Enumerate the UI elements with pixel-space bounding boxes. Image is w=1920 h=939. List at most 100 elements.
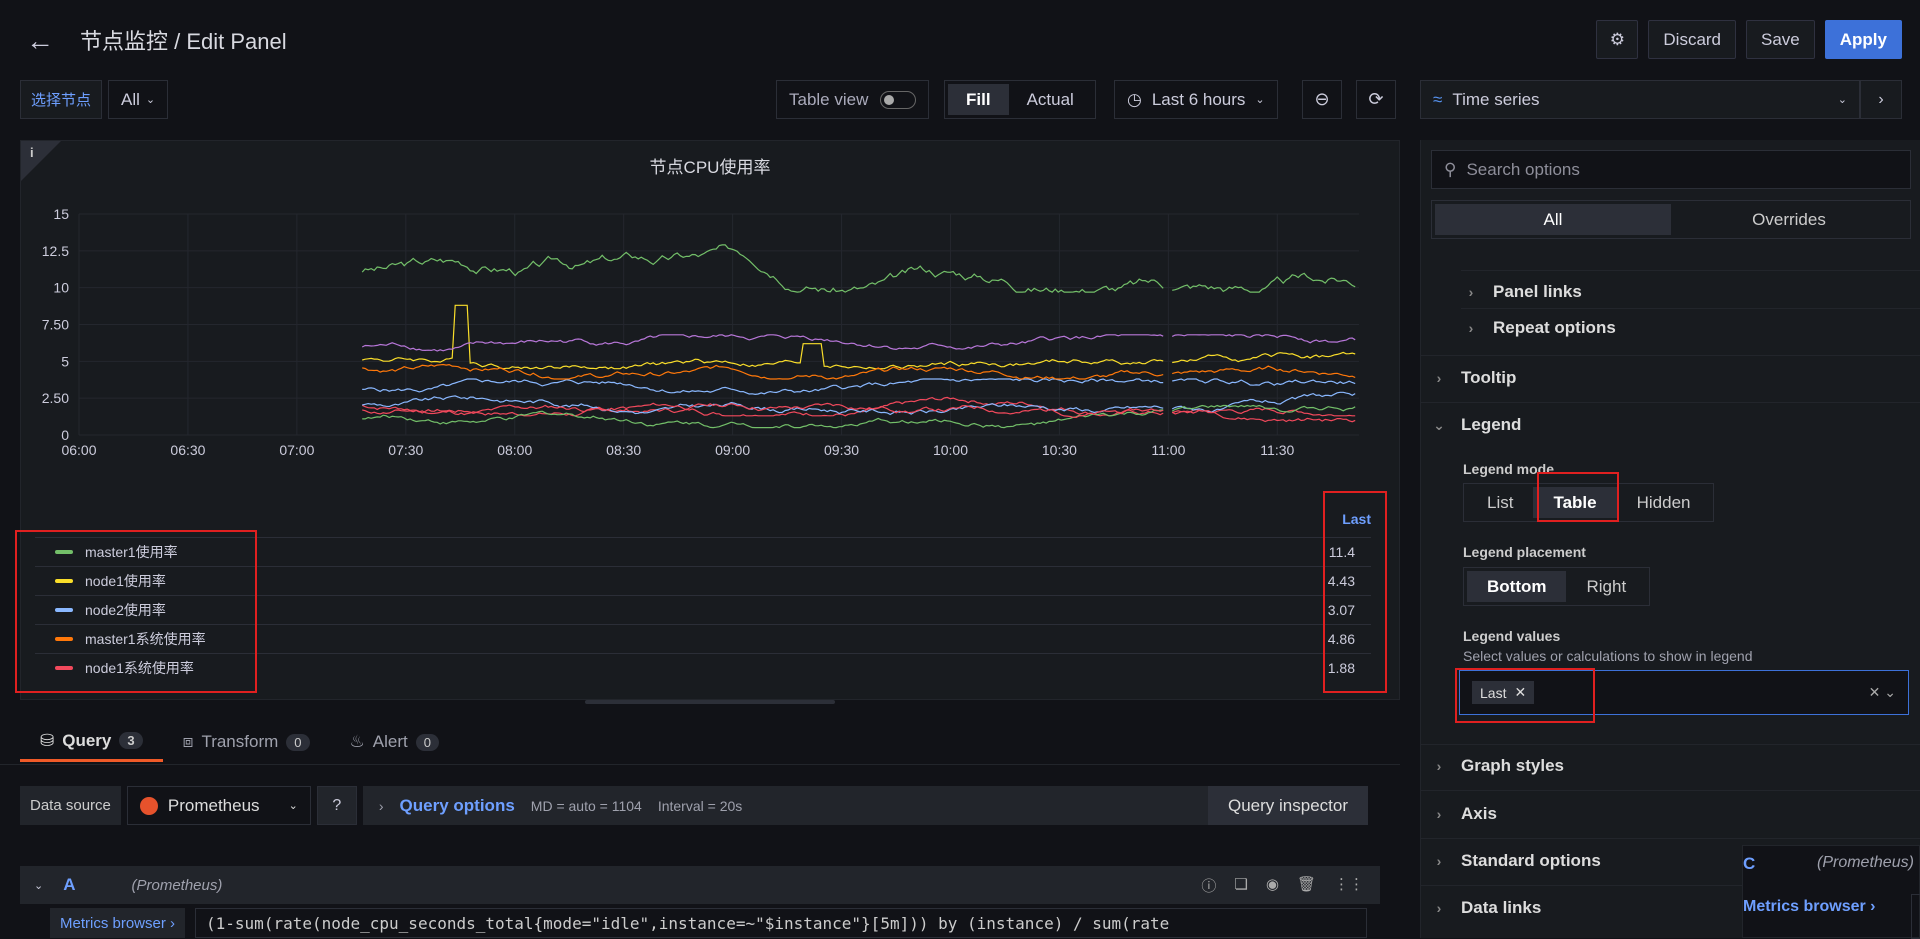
- chevron-right-icon: ›: [1436, 853, 1442, 869]
- section-label: Repeat options: [1493, 318, 1616, 337]
- floating-ref-id: C: [1743, 854, 1756, 873]
- metrics-browser-button[interactable]: Metrics browser ›: [50, 908, 186, 938]
- clear-and-chevron-icon[interactable]: ✕ ⌄: [1869, 684, 1896, 701]
- chevron-down-icon: ⌄: [1255, 94, 1265, 106]
- legend-mode-list[interactable]: List: [1467, 487, 1533, 518]
- zoom-out-icon[interactable]: ⊖: [1302, 80, 1342, 119]
- tab-all[interactable]: All: [1435, 204, 1671, 235]
- tab-query-label: Query: [62, 730, 112, 750]
- datasource-picker[interactable]: Prometheus ⌄: [126, 786, 311, 825]
- y-tick-label: 7.50: [42, 317, 69, 333]
- help-icon[interactable]: ⓘ: [1201, 875, 1216, 896]
- tab-alert[interactable]: ♨ Alert 0: [330, 722, 459, 762]
- x-tick-label: 06:30: [170, 442, 205, 458]
- search-options-input[interactable]: ⚲ Search options: [1431, 150, 1911, 189]
- series-line: [361, 334, 1356, 352]
- top-bar: ← 节点监控 / Edit Panel ⚙ Discard Save Apply: [0, 0, 1920, 78]
- chart-title: 节点CPU使用率: [649, 158, 771, 177]
- time-series-icon: ≈: [1433, 89, 1443, 109]
- section-graph-styles[interactable]: › Graph styles: [1431, 750, 1920, 782]
- floating-query-preview: C (Prometheus) Metrics browser ›: [1742, 845, 1920, 939]
- variable-value: All: [121, 89, 140, 109]
- top-actions: ⚙ Discard Save Apply: [1596, 20, 1902, 59]
- table-view-toggle[interactable]: Table view: [776, 80, 930, 119]
- clock-icon: ◷: [1127, 89, 1142, 109]
- help-icon[interactable]: ?: [316, 786, 357, 825]
- drag-handle-icon[interactable]: ⋮⋮: [1334, 875, 1364, 896]
- section-axis[interactable]: › Axis: [1431, 798, 1920, 830]
- section-repeat-options[interactable]: › Repeat options: [1463, 314, 1920, 342]
- query-source: (Prometheus): [131, 876, 223, 894]
- time-range-picker[interactable]: ◷ Last 6 hours ⌄: [1114, 80, 1278, 119]
- series-line: [361, 244, 1356, 293]
- section-label: Legend: [1461, 415, 1522, 434]
- page-title: 节点监控 / Edit Panel: [80, 29, 287, 54]
- visualization-picker[interactable]: ≈ Time series ⌄: [1420, 80, 1860, 119]
- panel-preview: i 节点CPU使用率 0 2.50 5 7.50 10 12.5 15 06:00 06:30 0…: [15, 140, 1401, 700]
- annotation-box-legend-last: [1323, 491, 1387, 693]
- x-tick-label: 11:00: [1151, 442, 1185, 458]
- section-legend[interactable]: ⌄ Legend: [1431, 409, 1920, 441]
- tab-transform[interactable]: ⧈ Transform 0: [163, 722, 330, 762]
- prometheus-icon: [139, 796, 158, 815]
- settings-gear-icon[interactable]: ⚙: [1596, 20, 1639, 59]
- x-tick-label: 06:00: [61, 442, 96, 458]
- query-ref-id[interactable]: A: [63, 875, 75, 895]
- tab-transform-count: 0: [286, 733, 310, 751]
- apply-button[interactable]: Apply: [1824, 20, 1902, 59]
- x-tick-label: 09:00: [715, 442, 750, 458]
- metrics-row: Metrics browser › (1-sum(rate(node_cpu_s…: [50, 908, 1368, 938]
- variable-select[interactable]: All ⌄: [108, 80, 169, 119]
- datasource-row: Data source Prometheus ⌄ ? › Query optio…: [20, 786, 1211, 825]
- legend-placement-label: Legend placement: [1463, 544, 1586, 560]
- series-line: [362, 378, 1356, 396]
- y-tick-label: 2.50: [42, 390, 69, 406]
- query-options-bar[interactable]: › Query options MD = auto = 1104 Interva…: [362, 786, 1211, 825]
- duplicate-icon[interactable]: ❏: [1234, 875, 1247, 896]
- search-icon: ⚲: [1444, 159, 1457, 179]
- query-inspector-button[interactable]: Query inspector: [1208, 786, 1368, 825]
- chart-canvas[interactable]: 0 2.50 5 7.50 10 12.5 15 06:00 06:30 07:00 07:30 08…: [21, 181, 1401, 511]
- query-expression-input[interactable]: (1-sum(rate(node_cpu_seconds_total{mode=…: [195, 908, 1368, 938]
- legend-mode-hidden[interactable]: Hidden: [1617, 487, 1711, 518]
- legend-placement-radio: Bottom Right: [1463, 567, 1651, 606]
- search-placeholder: Search options: [1466, 159, 1580, 179]
- trash-icon[interactable]: 🗑: [1297, 875, 1316, 896]
- floating-source: (Prometheus): [1817, 854, 1914, 871]
- tab-overrides[interactable]: Overrides: [1671, 204, 1907, 235]
- x-tick-label: 10:00: [933, 442, 968, 458]
- annotation-box-last: [1455, 668, 1595, 723]
- discard-button[interactable]: Discard: [1648, 20, 1737, 59]
- section-panel-links[interactable]: › Panel links: [1463, 278, 1920, 306]
- refresh-icon[interactable]: ⟳: [1356, 80, 1396, 119]
- legend-placement-right[interactable]: Right: [1566, 571, 1646, 602]
- legend-placement-bottom[interactable]: Bottom: [1467, 571, 1567, 602]
- tab-alert-label: Alert: [372, 732, 408, 751]
- floating-input-edge: [1911, 894, 1920, 939]
- transform-icon: ⧈: [182, 732, 194, 751]
- chevron-right-icon: ›: [1436, 900, 1442, 916]
- y-tick-label: 15: [53, 206, 69, 222]
- actual-option[interactable]: Actual: [1009, 84, 1092, 115]
- chevron-right-icon: ›: [1436, 370, 1442, 386]
- y-tick-label: 10: [53, 280, 69, 296]
- interval: Interval = 20s: [657, 797, 743, 814]
- query-options-link[interactable]: Query options: [400, 796, 515, 816]
- query-tabs: ⛁ Query 3 ⧈ Transform 0 ♨ Alert 0: [20, 722, 459, 762]
- annotation-box-legend-names: [15, 530, 257, 693]
- variable-label: 选择节点: [20, 80, 103, 119]
- fill-actual-toggle: Fill Actual: [944, 80, 1096, 119]
- fill-option[interactable]: Fill: [948, 84, 1009, 115]
- chevron-right-icon[interactable]: ›: [1860, 80, 1902, 119]
- max-datapoints: MD = auto = 1104: [530, 797, 642, 814]
- section-label: Data links: [1461, 898, 1542, 917]
- tab-query[interactable]: ⛁ Query 3: [20, 722, 163, 762]
- chevron-down-icon: ⌄: [1837, 94, 1847, 106]
- resize-handle[interactable]: [585, 700, 835, 704]
- toggle-switch[interactable]: [880, 90, 917, 109]
- section-tooltip[interactable]: › Tooltip: [1431, 362, 1920, 394]
- save-button[interactable]: Save: [1746, 20, 1815, 59]
- back-arrow-icon[interactable]: ←: [26, 26, 56, 56]
- eye-icon[interactable]: ◉: [1266, 875, 1279, 896]
- chevron-down-icon[interactable]: ⌄: [34, 879, 43, 892]
